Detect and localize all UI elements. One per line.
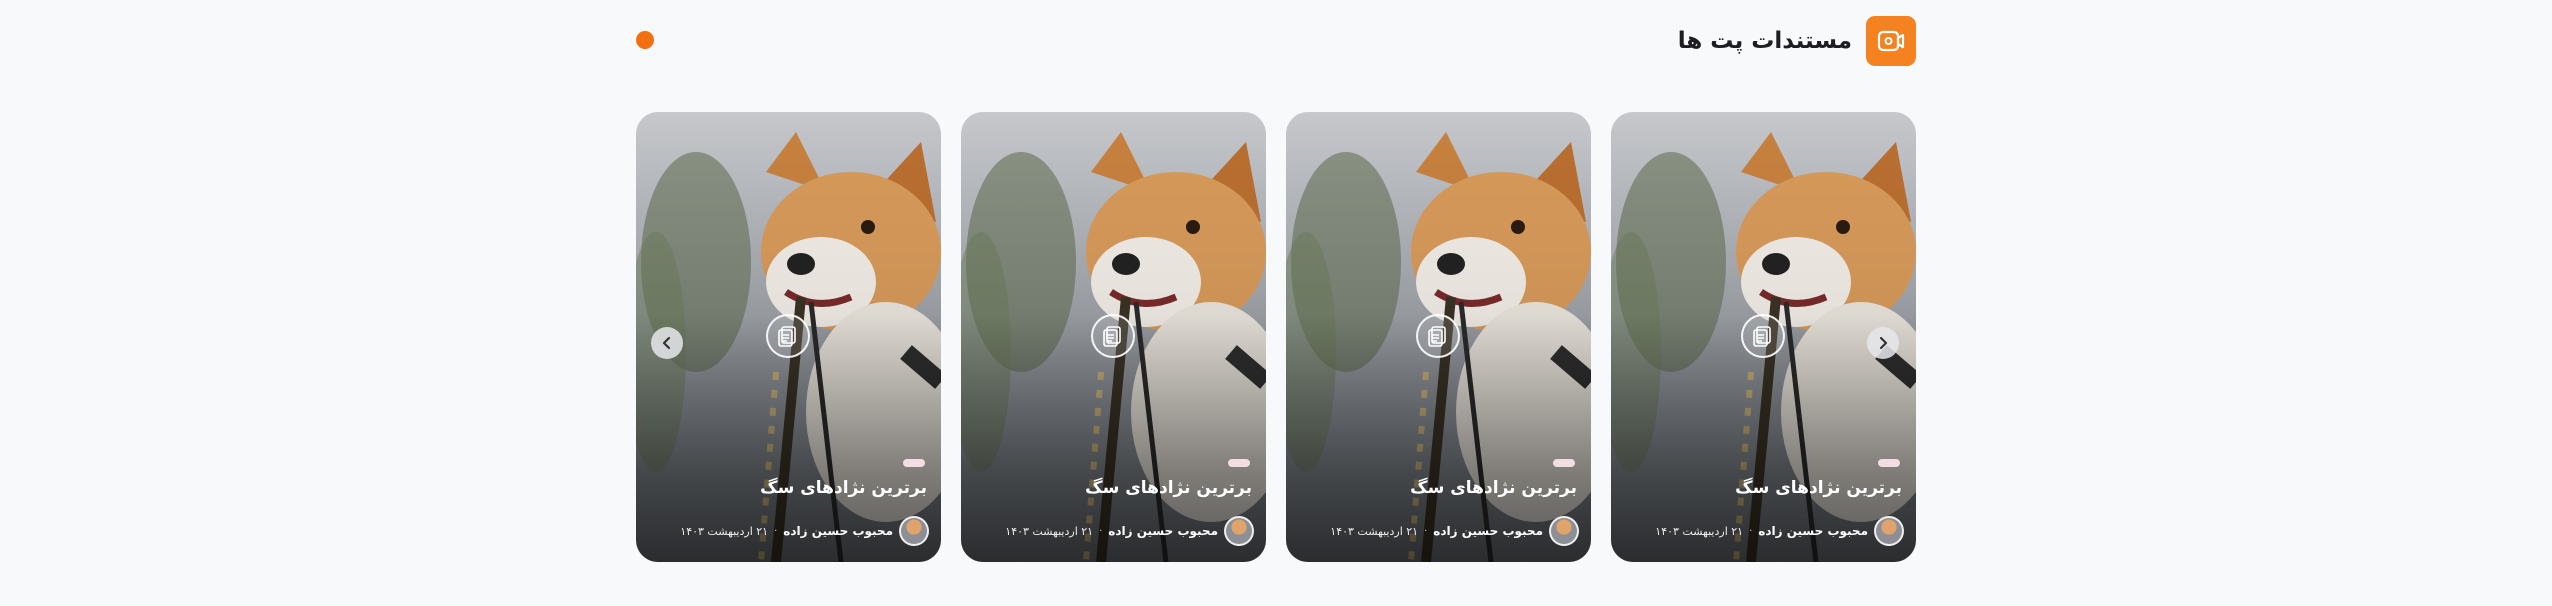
video-document-icon [1866,16,1916,66]
publish-date: ۲۱ اردیبهشت ۱۴۰۳ [1655,524,1744,538]
publish-date: ۲۱ اردیبهشت ۱۴۰۳ [1005,524,1094,538]
card-title: برترین نژادهای سگ [1735,478,1902,498]
pet-documents-section: مستندات پت ها برترین نژادهای سگ محبوب حس… [0,0,2552,606]
document-icon[interactable] [1741,314,1785,358]
meta-separator: · [1424,525,1428,537]
card-title: برترین نژادهای سگ [1085,478,1252,498]
indicator-dot [636,31,654,49]
author-name: محبوب حسین زاده [1758,524,1868,538]
card-title: برترین نژادهای سگ [760,478,927,498]
author-name: محبوب حسین زاده [783,524,893,538]
document-card[interactable]: برترین نژادهای سگ محبوب حسین زاده · ۲۱ ا… [961,112,1266,562]
document-icon[interactable] [1416,314,1460,358]
document-icon[interactable] [766,314,810,358]
meta-separator: · [1099,525,1103,537]
meta-separator: · [774,525,778,537]
publish-date: ۲۱ اردیبهشت ۱۴۰۳ [1330,524,1419,538]
card-title: برترین نژادهای سگ [1410,478,1577,498]
publish-date: ۲۱ اردیبهشت ۱۴۰۳ [680,524,769,538]
section-title: مستندات پت ها [1677,28,1852,54]
card-meta: محبوب حسین زاده · ۲۱ اردیبهشت ۱۴۰۳ [1005,516,1254,546]
category-tag [1878,459,1900,467]
card-carousel: برترین نژادهای سگ محبوب حسین زاده · ۲۱ ا… [636,112,1916,562]
author-avatar [899,516,929,546]
document-card[interactable]: برترین نژادهای سگ محبوب حسین زاده · ۲۱ ا… [1286,112,1591,562]
author-avatar [1549,516,1579,546]
card-meta: محبوب حسین زاده · ۲۱ اردیبهشت ۱۴۰۳ [1655,516,1904,546]
chevron-right-icon[interactable] [1867,327,1899,359]
category-tag [1553,459,1575,467]
document-icon[interactable] [1091,314,1135,358]
chevron-left-icon[interactable] [651,327,683,359]
card-meta: محبوب حسین زاده · ۲۱ اردیبهشت ۱۴۰۳ [680,516,929,546]
author-name: محبوب حسین زاده [1433,524,1543,538]
card-meta: محبوب حسین زاده · ۲۱ اردیبهشت ۱۴۰۳ [1330,516,1579,546]
author-name: محبوب حسین زاده [1108,524,1218,538]
category-tag [1228,459,1250,467]
title-group: مستندات پت ها [1678,16,1916,66]
author-avatar [1874,516,1904,546]
category-tag [903,459,925,467]
meta-separator: · [1749,525,1753,537]
section-header: مستندات پت ها [636,16,1916,66]
author-avatar [1224,516,1254,546]
